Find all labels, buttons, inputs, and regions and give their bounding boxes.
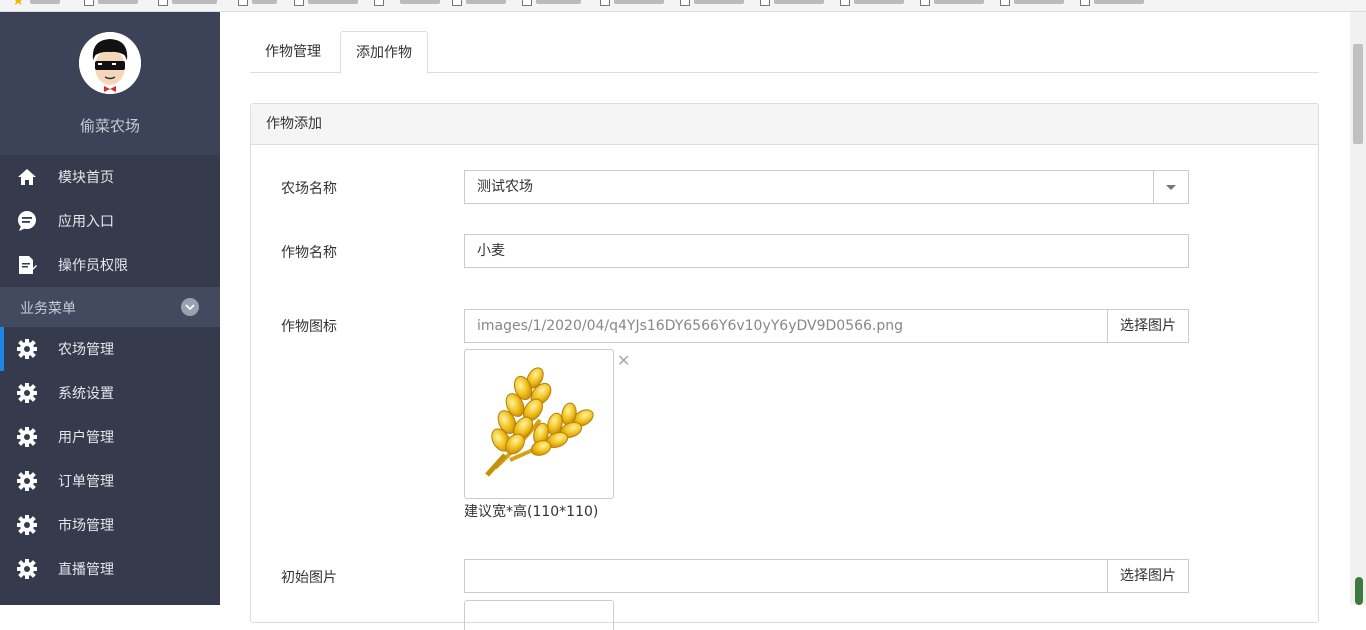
bookmark-folder-icon[interactable]	[760, 0, 770, 6]
sidebar-item-system-settings[interactable]: 系统设置	[0, 371, 220, 415]
sidebar-item-user-management[interactable]: 用户管理	[0, 415, 220, 459]
tab-add-crop[interactable]: 添加作物	[340, 31, 428, 74]
bookmark-item[interactable]	[1014, 0, 1064, 4]
sidebar-item-home[interactable]: 模块首页	[0, 155, 220, 199]
bookmark-folder-icon[interactable]	[452, 0, 462, 6]
sidebar-item-farm-management[interactable]: 农场管理	[0, 327, 220, 371]
initial-image-label: 初始图片	[281, 570, 337, 586]
sidebar-item-label: 操作员权限	[58, 258, 128, 274]
sidebar: 偷菜农场 模块首页 应用入口 操作员权限 业务菜单 农场管理 系统设置 用户管理…	[0, 12, 220, 605]
business-menu-header[interactable]: 业务菜单	[0, 287, 220, 327]
bookmark-item[interactable]	[1094, 0, 1144, 4]
bookmark-folder-icon[interactable]	[920, 0, 930, 6]
bookmark-item[interactable]	[466, 0, 506, 4]
sidebar-item-label: 应用入口	[58, 214, 114, 230]
sidebar-item-market-management[interactable]: 市场管理	[0, 503, 220, 547]
home-icon	[16, 166, 38, 188]
farm-select[interactable]: 测试农场	[464, 170, 1189, 204]
crop-icon-path-value: images/1/2020/04/q4YJs16DY6566Y6v10yY6yD…	[477, 318, 904, 334]
bookmark-folder-icon[interactable]	[522, 0, 532, 6]
crop-add-panel: 作物添加 农场名称 测试农场 作物名称 小麦 作物图标 images/1/202…	[250, 103, 1319, 630]
bookmarks-bar: ★	[0, 0, 1366, 12]
bookmark-item[interactable]	[400, 0, 440, 4]
wheat-image	[485, 367, 594, 477]
crop-icon-path-input[interactable]: images/1/2020/04/q4YJs16DY6566Y6v10yY6yD…	[464, 309, 1189, 343]
sidebar-item-label: 模块首页	[58, 170, 114, 186]
select-image-button[interactable]: 选择图片	[1107, 310, 1188, 342]
sidebar-item-live-management[interactable]: 直播管理	[0, 547, 220, 591]
bookmark-item[interactable]	[172, 0, 217, 4]
bookmark-item[interactable]	[536, 0, 581, 4]
section-label: 业务菜单	[20, 301, 76, 317]
bookmark-item[interactable]	[252, 0, 277, 4]
gear-icon	[16, 338, 38, 360]
sidebar-item-label: 系统设置	[58, 386, 114, 402]
chat-icon	[16, 210, 38, 232]
sidebar-item-label: 市场管理	[58, 518, 114, 534]
tab-bar: 作物管理 添加作物	[250, 31, 1319, 74]
gear-icon	[16, 382, 38, 404]
crop-icon-label: 作物图标	[281, 319, 337, 335]
sidebar-item-operator-permissions[interactable]: 操作员权限	[0, 243, 220, 287]
bookmark-folder-icon[interactable]	[374, 0, 384, 6]
bookmark-folder-icon[interactable]	[238, 0, 248, 6]
star-icon[interactable]: ★	[12, 0, 25, 9]
bookmark-item[interactable]	[854, 0, 904, 4]
farm-select-value: 测试农场	[477, 179, 533, 195]
bookmark-folder-icon[interactable]	[294, 0, 304, 6]
initial-image-path-input[interactable]: 选择图片	[464, 559, 1189, 593]
sidebar-item-label: 直播管理	[58, 562, 114, 578]
bookmark-item[interactable]	[614, 0, 664, 4]
scrollbar[interactable]	[1350, 12, 1366, 605]
bookmark-folder-icon[interactable]	[84, 0, 94, 6]
farm-name: 偷菜农场	[79, 117, 140, 135]
panel-title: 作物添加	[251, 104, 1318, 145]
profile-area: 偷菜农场	[0, 12, 220, 155]
crop-name-label: 作物名称	[281, 245, 337, 261]
bookmark-item[interactable]	[30, 0, 60, 4]
bookmark-folder-icon[interactable]	[1000, 0, 1010, 6]
bookmark-item[interactable]	[694, 0, 744, 4]
crop-icon-preview	[464, 349, 614, 499]
sidebar-item-order-management[interactable]: 订单管理	[0, 459, 220, 503]
scrollbar-indicator	[1355, 577, 1363, 605]
gear-icon	[16, 426, 38, 448]
sidebar-item-label: 订单管理	[58, 474, 114, 490]
main-content: 作物管理 添加作物 作物添加 农场名称 测试农场 作物名称 小麦 作物图标 im…	[220, 12, 1350, 630]
chevron-down-icon[interactable]	[181, 298, 199, 316]
sidebar-item-app-entry[interactable]: 应用入口	[0, 199, 220, 243]
sidebar-item-label: 用户管理	[58, 430, 114, 446]
avatar[interactable]	[79, 32, 141, 94]
document-edit-icon	[16, 254, 38, 276]
bookmark-item[interactable]	[308, 0, 358, 4]
gear-icon	[16, 558, 38, 580]
tab-crop-management[interactable]: 作物管理	[250, 31, 336, 73]
bookmark-folder-icon[interactable]	[158, 0, 168, 6]
bookmark-folder-icon[interactable]	[1080, 0, 1090, 6]
bookmark-item[interactable]	[934, 0, 984, 4]
bookmark-item[interactable]	[98, 0, 138, 4]
crop-name-input[interactable]: 小麦	[464, 234, 1189, 268]
close-icon[interactable]: ✕	[617, 351, 630, 370]
gear-icon	[16, 470, 38, 492]
sidebar-item-label: 农场管理	[58, 342, 114, 358]
image-size-hint: 建议宽*高(110*110)	[464, 504, 599, 520]
bookmark-item[interactable]	[774, 0, 824, 4]
select-image-button[interactable]: 选择图片	[1107, 560, 1188, 592]
scrollbar-thumb[interactable]	[1353, 44, 1363, 144]
chevron-down-icon[interactable]	[1153, 171, 1188, 203]
bookmark-folder-icon[interactable]	[840, 0, 850, 6]
bookmark-folder-icon[interactable]	[680, 0, 690, 6]
bookmark-folder-icon[interactable]	[600, 0, 610, 6]
gear-icon	[16, 514, 38, 536]
farm-name-label: 农场名称	[281, 181, 337, 197]
